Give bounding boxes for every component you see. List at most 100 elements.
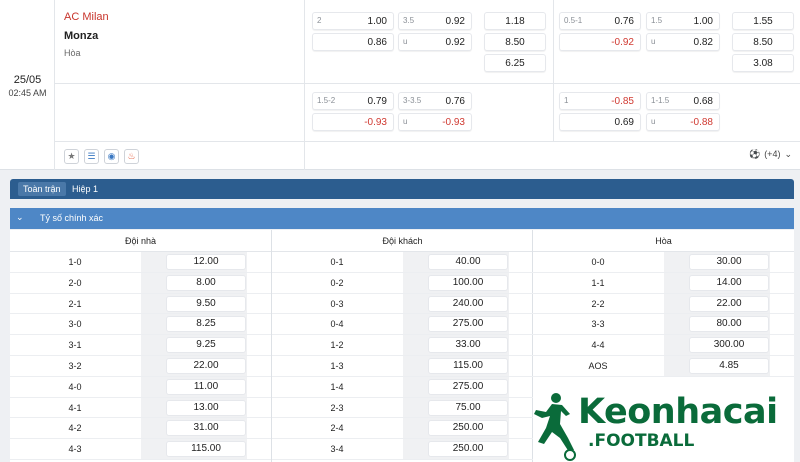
score-label: 3-1 (68, 340, 82, 351)
odds-button[interactable]: 14.00 (689, 274, 769, 291)
table-row: 0-3 240.00 (272, 293, 533, 315)
score-label: 1-1 (591, 277, 605, 288)
odds-button[interactable]: 11.00 (166, 378, 246, 395)
table-row: 2-4 250.00 (272, 418, 533, 440)
odds-cell-handicap-away[interactable]: 0.86 (312, 33, 394, 51)
score-label: 4-2 (68, 423, 82, 434)
odds-button[interactable]: 8.00 (166, 274, 246, 291)
odds-cell-handicap-home[interactable]: 2 1.00 (312, 12, 394, 30)
table-row: 4-4 300.00 (533, 335, 794, 356)
score-label: 2-4 (330, 423, 344, 434)
odds-cell-h1-over[interactable]: 1.5 1.00 (646, 12, 720, 30)
score-label: 0-3 (330, 298, 344, 309)
score-label: 0-0 (591, 257, 605, 267)
table-row: 0-0 30.00 (533, 252, 794, 273)
logo-sub: .FOOTBALL (588, 431, 695, 451)
odds-value: 0.86 (367, 37, 387, 48)
score-label: 2-3 (330, 402, 344, 413)
database-icon[interactable]: ☰ (84, 149, 99, 164)
odds-cell-h1-under[interactable]: u 0.82 (646, 33, 720, 51)
odds-button[interactable]: 275.00 (428, 316, 508, 333)
odds-value: 0.82 (693, 37, 713, 48)
score-label: 4-0 (68, 381, 82, 392)
odds-cell-alt-under[interactable]: u -0.93 (398, 113, 472, 131)
odds-button[interactable]: 13.00 (166, 399, 246, 416)
odds-cell-h1-alt-over[interactable]: 1-1.5 0.68 (646, 92, 720, 110)
odds-cell-under[interactable]: u 0.92 (398, 33, 472, 51)
odds-cell-h1-handicap-away[interactable]: -0.92 (559, 33, 641, 51)
odds-button[interactable]: 30.00 (689, 254, 769, 270)
odds-cell-alt-over[interactable]: 3-3.5 0.76 (398, 92, 472, 110)
soccer-ball-icon: ⚽ (748, 149, 761, 159)
odds-cell-h1-alt-under[interactable]: u -0.88 (646, 113, 720, 131)
table-row: 4-0 11.00 (10, 376, 271, 398)
odds-button[interactable]: 115.00 (428, 357, 508, 374)
odds-button[interactable]: 75.00 (428, 399, 508, 416)
odds-cell-h1-alt-handicap-home[interactable]: 1 -0.85 (559, 92, 641, 110)
date-column: 25/05 02:45 AM (0, 0, 55, 170)
more-count: (+4) (764, 149, 781, 159)
odds-button[interactable]: 115.00 (166, 441, 246, 458)
fire-icon[interactable]: ♨ (124, 149, 139, 164)
odds-button[interactable]: 80.00 (689, 316, 769, 333)
odds-button[interactable]: 8.25 (166, 316, 246, 333)
more-markets-button[interactable]: ⚽ (+4) ⌄ (745, 149, 792, 160)
odds-cell-h1-1x2-away[interactable]: 8.50 (732, 33, 794, 51)
score-label: 3-2 (68, 360, 82, 371)
odds-button[interactable]: 9.50 (166, 295, 246, 312)
odds-cell-alt-handicap-home[interactable]: 1.5-2 0.79 (312, 92, 394, 110)
odds-value: 1.18 (505, 16, 525, 27)
odds-button[interactable]: 22.00 (166, 357, 246, 374)
under-label: u (403, 37, 408, 46)
odds-cell-h1-1x2-draw[interactable]: 3.08 (732, 54, 794, 72)
odds-value: 1.55 (753, 16, 773, 27)
watermark-logo: Keonhacai .FOOTBALL (530, 388, 800, 462)
score-label: 2-0 (68, 277, 82, 288)
odds-button[interactable]: 250.00 (428, 441, 508, 458)
total-line: 3.5 (403, 16, 415, 25)
odds-button[interactable]: 40.00 (428, 254, 508, 270)
odds-button[interactable]: 12.00 (166, 254, 246, 270)
section-header[interactable]: ⌄ Tỷ số chính xác (10, 208, 794, 229)
home-team[interactable]: AC Milan (64, 11, 109, 23)
period-tabs: Toàn trận Hiệp 1 (10, 179, 794, 199)
odds-button[interactable]: 250.00 (428, 420, 508, 437)
section-title: Tỷ số chính xác (40, 213, 104, 223)
odds-button[interactable]: 300.00 (689, 337, 769, 354)
odds-cell-1x2-away[interactable]: 8.50 (484, 33, 546, 51)
odds-button[interactable]: 22.00 (689, 295, 769, 312)
odds-button[interactable]: 4.85 (689, 357, 769, 374)
odds-cell-alt-handicap-away[interactable]: -0.93 (312, 113, 394, 131)
column-header-home: Đội nhà (10, 230, 271, 252)
score-label: 1-2 (330, 340, 344, 351)
odds-value: -0.93 (364, 117, 387, 128)
away-team[interactable]: Monza (64, 30, 98, 42)
table-row: 4-1 13.00 (10, 397, 271, 419)
eye-icon[interactable]: ◉ (104, 149, 119, 164)
score-label: 0-4 (330, 319, 344, 330)
odds-cell-h1-alt-handicap-away[interactable]: 0.69 (559, 113, 641, 131)
odds-cell-h1-1x2-home[interactable]: 1.55 (732, 12, 794, 30)
odds-cell-1x2-draw[interactable]: 6.25 (484, 54, 546, 72)
odds-cell-h1-handicap-home[interactable]: 0.5-1 0.76 (559, 12, 641, 30)
table-row: 3-4 250.00 (272, 439, 533, 460)
star-icon[interactable]: ★ (64, 149, 79, 164)
tab-first-half[interactable]: Hiệp 1 (67, 182, 103, 196)
odds-button[interactable]: 31.00 (166, 420, 246, 437)
odds-button[interactable]: 33.00 (428, 337, 508, 354)
odds-button[interactable]: 275.00 (428, 378, 508, 395)
odds-button[interactable]: 9.25 (166, 337, 246, 354)
odds-cell-1x2-home[interactable]: 1.18 (484, 12, 546, 30)
tab-full-match[interactable]: Toàn trận (18, 182, 66, 196)
table-row: AOS 4.85 (533, 355, 794, 377)
odds-cell-over[interactable]: 3.5 0.92 (398, 12, 472, 30)
double-chevron-down-icon: ⌄ (784, 149, 792, 159)
odds-value: 6.25 (505, 58, 525, 69)
odds-value: 3.08 (753, 58, 773, 69)
row-divider (55, 83, 800, 84)
table-row: 2-3 75.00 (272, 397, 533, 419)
handicap-line: 1 (564, 96, 569, 105)
odds-button[interactable]: 100.00 (428, 274, 508, 291)
total-line: 3-3.5 (403, 96, 422, 105)
odds-button[interactable]: 240.00 (428, 295, 508, 312)
